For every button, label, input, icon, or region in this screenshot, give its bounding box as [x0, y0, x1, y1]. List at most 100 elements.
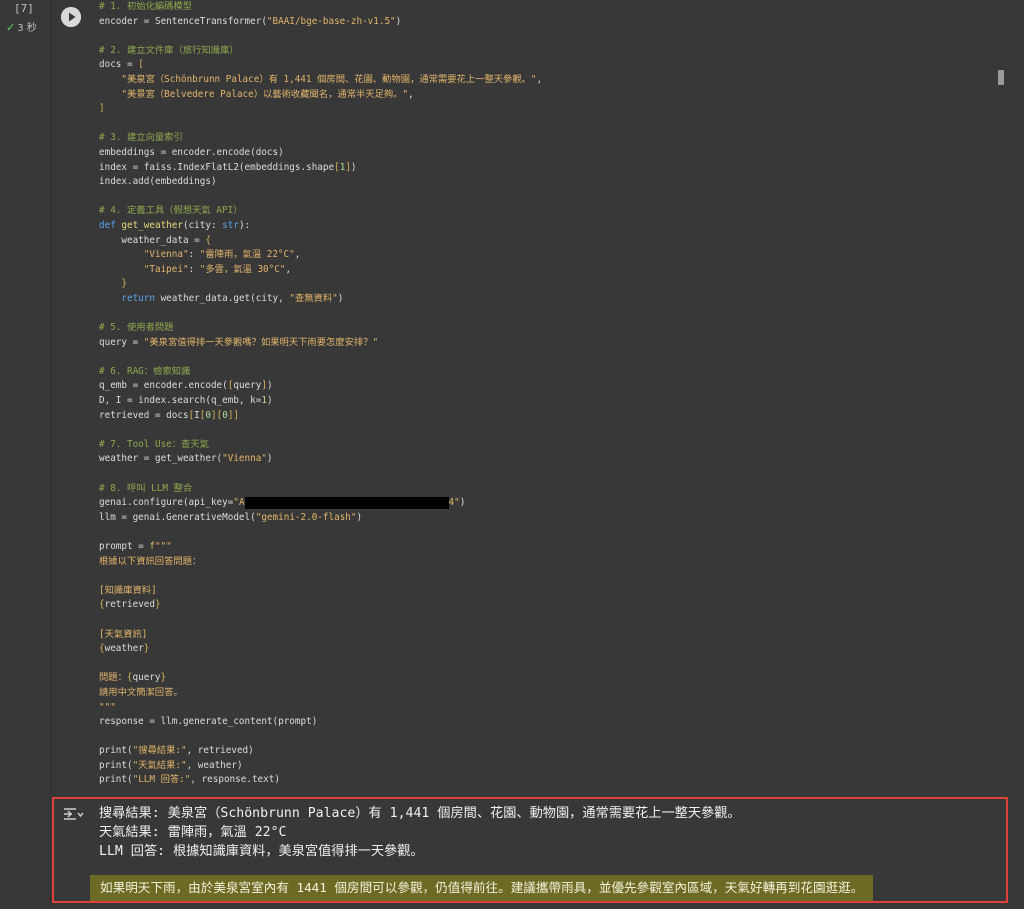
code-line: embeddings = encoder.encode(docs)	[99, 146, 999, 161]
code-token: )	[266, 380, 273, 392]
code-token: D, I = index.search(q_emb, k=	[99, 395, 262, 407]
code-token: , response.text)	[190, 774, 280, 786]
code-line: llm = genai.GenerativeModel("gemini-2.0-…	[99, 511, 999, 526]
code-token: # 2. 建立文件庫（旅行知識庫）	[99, 44, 239, 56]
code-token: }	[160, 672, 167, 684]
code-line: # 7. Tool Use：查天氣	[99, 438, 999, 453]
code-line: {retrieved}	[99, 598, 999, 613]
code-line: encoder = SentenceTransformer("BAAI/bge-…	[99, 15, 999, 30]
code-token: retrieved	[104, 599, 155, 611]
code-token: "美景宮（Belvedere Palace）以藝術收藏聞名，通常半天足夠。"	[121, 88, 409, 100]
code-token: docs =	[99, 59, 139, 71]
code-token: }	[143, 643, 150, 655]
code-token: get_weather	[121, 219, 183, 231]
code-token: ]]	[227, 409, 240, 421]
execution-status: ✓ 3 秒	[6, 19, 37, 34]
highlighted-answer: 如果明天下雨，由於美泉宮室內有 1441 個房間可以參觀，仍值得前往。建議攜帶雨…	[90, 875, 874, 901]
code-token: 問題：	[99, 672, 127, 684]
code-line: print("LLM 回答:", response.text)	[99, 773, 999, 788]
code-token: weather_data =	[99, 234, 206, 246]
code-token: # 8. 呼叫 LLM 整合	[99, 482, 193, 494]
code-token: )	[350, 161, 357, 173]
code-line: D, I = index.search(q_emb, k=1)	[99, 394, 999, 409]
code-token: 4"	[448, 497, 460, 509]
code-line: weather = get_weather("Vienna")	[99, 452, 999, 467]
code-token: query	[132, 672, 161, 684]
code-line: query = "美泉宮值得排一天參觀嗎？如果明天下雨要怎麼安排？"	[99, 336, 999, 351]
code-token: index = faiss.IndexFlatL2(embeddings.sha…	[99, 161, 335, 173]
code-token: genai.configure(api_key=	[99, 497, 234, 509]
editor-scrollbar-thumb[interactable]	[998, 70, 1004, 85]
code-token: encoder = SentenceTransformer(	[99, 15, 267, 27]
execution-duration: 3 秒	[17, 23, 37, 34]
code-line: # 8. 呼叫 LLM 整合	[99, 482, 999, 497]
code-token: response = llm.generate_content(prompt)	[99, 716, 318, 728]
run-cell-button[interactable]	[61, 7, 81, 27]
code-token: str	[222, 219, 239, 231]
code-line: docs = [	[99, 58, 999, 73]
code-line: index.add(embeddings)	[99, 175, 999, 190]
code-token: f"""	[149, 540, 172, 552]
code-token: "美泉宮（Schönbrunn Palace）有 1,441 個房間、花園、動物…	[121, 73, 537, 85]
code-line: "Vienna": "雷陣雨，氣溫 22°C",	[99, 248, 999, 263]
code-line: 問題：{query}	[99, 671, 999, 686]
code-token: print(	[99, 759, 133, 771]
code-line: prompt = f"""	[99, 540, 999, 555]
code-token: # 3. 建立向量索引	[99, 132, 183, 144]
code-token: prompt =	[99, 540, 150, 552]
code-token: weather = get_weather(	[99, 453, 223, 465]
code-token: )	[395, 15, 402, 27]
code-line: # 2. 建立文件庫（旅行知識庫）	[99, 44, 999, 59]
code-token: "BAAI/bge-base-zh-v1.5"	[266, 15, 396, 27]
code-line: ]	[99, 102, 999, 117]
code-token: "A	[233, 497, 245, 509]
code-token: def	[99, 219, 122, 231]
code-line: response = llm.generate_content(prompt)	[99, 715, 999, 730]
code-line: 請用中文簡潔回答。	[99, 686, 999, 701]
code-line: genai.configure(api_key="A 4")	[99, 496, 999, 511]
code-line: retrieved = docs[I[0][0]]	[99, 409, 999, 424]
code-token: "Vienna"	[143, 249, 189, 261]
code-token: {	[205, 234, 211, 246]
code-line: # 6. RAG：檢索知識	[99, 365, 999, 380]
code-token: q_emb = encoder.encode(	[99, 380, 228, 392]
output-line-search: 搜尋結果: 美泉宮（Schönbrunn Palace）有 1,441 個房間、…	[99, 806, 741, 821]
code-token: "美泉宮值得排一天參觀嗎？如果明天下雨要怎麼安排？"	[143, 336, 379, 348]
cell-output: 搜尋結果: 美泉宮（Schönbrunn Palace）有 1,441 個房間、…	[52, 797, 1008, 903]
code-line: index = faiss.IndexFlatL2(embeddings.sha…	[99, 161, 999, 176]
code-line: "Taipei": "多雲，氣溫 30°C",	[99, 263, 999, 278]
code-line: print("搜尋結果:", retrieved)	[99, 744, 999, 759]
code-token: ,	[408, 88, 414, 100]
output-line-llm: LLM 回答: 根據知識庫資料，美泉宮值得排一天參觀。	[99, 844, 424, 859]
code-token: return	[121, 292, 155, 304]
code-line: "美泉宮（Schönbrunn Palace）有 1,441 個房間、花園、動物…	[99, 73, 999, 88]
code-token: )	[266, 395, 273, 407]
code-token: :	[188, 263, 200, 275]
output-toggle-icon[interactable]	[62, 805, 84, 823]
code-line: def get_weather(city: str):	[99, 219, 999, 234]
check-icon: ✓	[6, 21, 16, 34]
code-token: "查無資料"	[289, 292, 338, 304]
code-line: "美景宮（Belvedere Palace）以藝術收藏聞名，通常半天足夠。",	[99, 88, 999, 103]
code-token: query =	[99, 336, 144, 348]
code-token: # 4. 定義工具（假想天氣 API）	[99, 205, 243, 217]
code-token: ,	[294, 249, 301, 261]
code-line: q_emb = encoder.encode([query])	[99, 379, 999, 394]
code-editor[interactable]: # 1. 初始化編碼模型 encoder = SentenceTransforme…	[99, 0, 999, 788]
code-token: :	[188, 249, 200, 261]
code-token: embeddings = encoder.encode(docs)	[99, 146, 284, 158]
code-line: return weather_data.get(city, "查無資料")	[99, 292, 999, 307]
code-token: ]	[99, 103, 105, 115]
code-token: )	[266, 453, 273, 465]
code-token: weather_data.get(city,	[154, 292, 290, 304]
